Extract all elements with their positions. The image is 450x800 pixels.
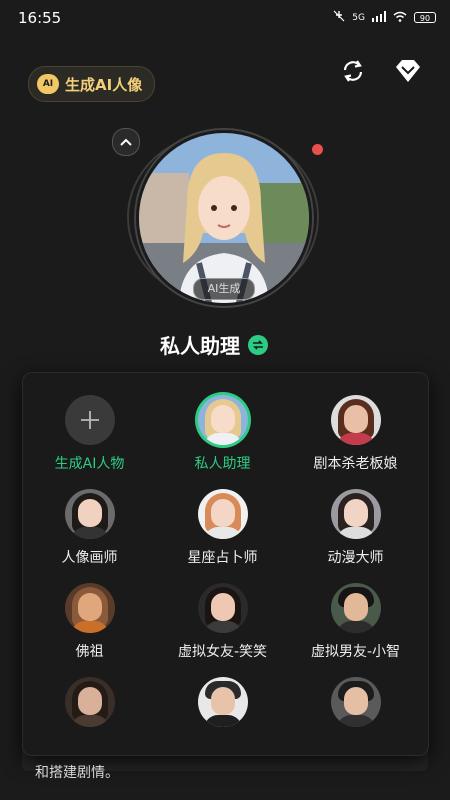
diamond-icon[interactable] [393, 56, 423, 86]
character-avatar [330, 395, 381, 445]
character-avatar [330, 583, 381, 633]
character-avatar [64, 677, 115, 727]
character-avatar [197, 583, 248, 633]
network-label: 5G [352, 12, 365, 23]
character-item[interactable] [289, 677, 422, 727]
switch-icon[interactable] [248, 334, 268, 355]
character-script-owner[interactable]: 剧本杀老板娘 [289, 395, 422, 473]
generate-ai-portrait-label: 生成AI人像 [65, 75, 143, 94]
ai-generated-tag: AI生成 [193, 278, 255, 300]
character-private-assistant[interactable]: 私人助理 [156, 395, 289, 473]
status-time: 16:55 [18, 9, 62, 27]
character-label: 剧本杀老板娘 [313, 456, 398, 472]
generate-ai-character[interactable]: 生成AI人物 [23, 395, 156, 473]
character-label: 星座占卜师 [187, 550, 258, 566]
character-picker: 生成AI人物 私人助理 剧本杀老板娘 人像画师 星座占卜师 动漫大师 佛祖 虚拟… [22, 372, 429, 756]
character-item[interactable] [23, 677, 156, 727]
status-bar: 16:55 5G 90 [0, 0, 450, 36]
character-avatar [197, 395, 248, 445]
signal-icon [372, 10, 386, 25]
character-item[interactable] [156, 677, 289, 727]
ai-badge-icon: AI [37, 74, 59, 94]
refresh-icon[interactable] [338, 56, 368, 86]
character-label: 私人助理 [194, 456, 251, 472]
plus-icon[interactable] [64, 395, 115, 445]
character-virtual-girlfriend[interactable]: 虚拟女友-笑笑 [156, 583, 289, 661]
character-avatar [330, 677, 381, 727]
character-grid: 生成AI人物 私人助理 剧本杀老板娘 人像画师 星座占卜师 动漫大师 佛祖 虚拟… [23, 395, 428, 727]
character-label: 动漫大师 [327, 550, 384, 566]
chevron-up-icon [120, 138, 132, 146]
character-anime-master[interactable]: 动漫大师 [289, 489, 422, 567]
character-avatar [64, 583, 115, 633]
background-text: 和搭建剧情。 [35, 765, 119, 781]
character-label: 佛祖 [75, 644, 104, 660]
character-avatar [330, 489, 381, 539]
character-portrait-painter[interactable]: 人像画师 [23, 489, 156, 567]
generate-ai-portrait-button[interactable]: AI 生成AI人像 [28, 66, 156, 102]
character-buddha[interactable]: 佛祖 [23, 583, 156, 661]
character-label: 虚拟女友-笑笑 [177, 644, 268, 660]
assistant-name: 私人助理 [160, 334, 240, 358]
character-avatar [64, 489, 115, 539]
character-label: 生成AI人物 [54, 456, 125, 472]
character-virtual-boyfriend[interactable]: 虚拟男友-小智 [289, 583, 422, 661]
status-icons: 5G 90 [333, 10, 436, 25]
assistant-title[interactable]: 私人助理 [160, 330, 268, 359]
character-astrologer[interactable]: 星座占卜师 [156, 489, 289, 567]
battery-icon: 90 [414, 12, 436, 23]
mute-icon [333, 10, 345, 25]
wifi-icon [393, 11, 407, 25]
notification-dot [312, 144, 323, 155]
character-avatar [197, 677, 248, 727]
collapse-button[interactable] [112, 128, 140, 156]
character-label: 虚拟男友-小智 [310, 644, 401, 660]
character-label: 人像画师 [61, 550, 118, 566]
character-avatar [197, 489, 248, 539]
